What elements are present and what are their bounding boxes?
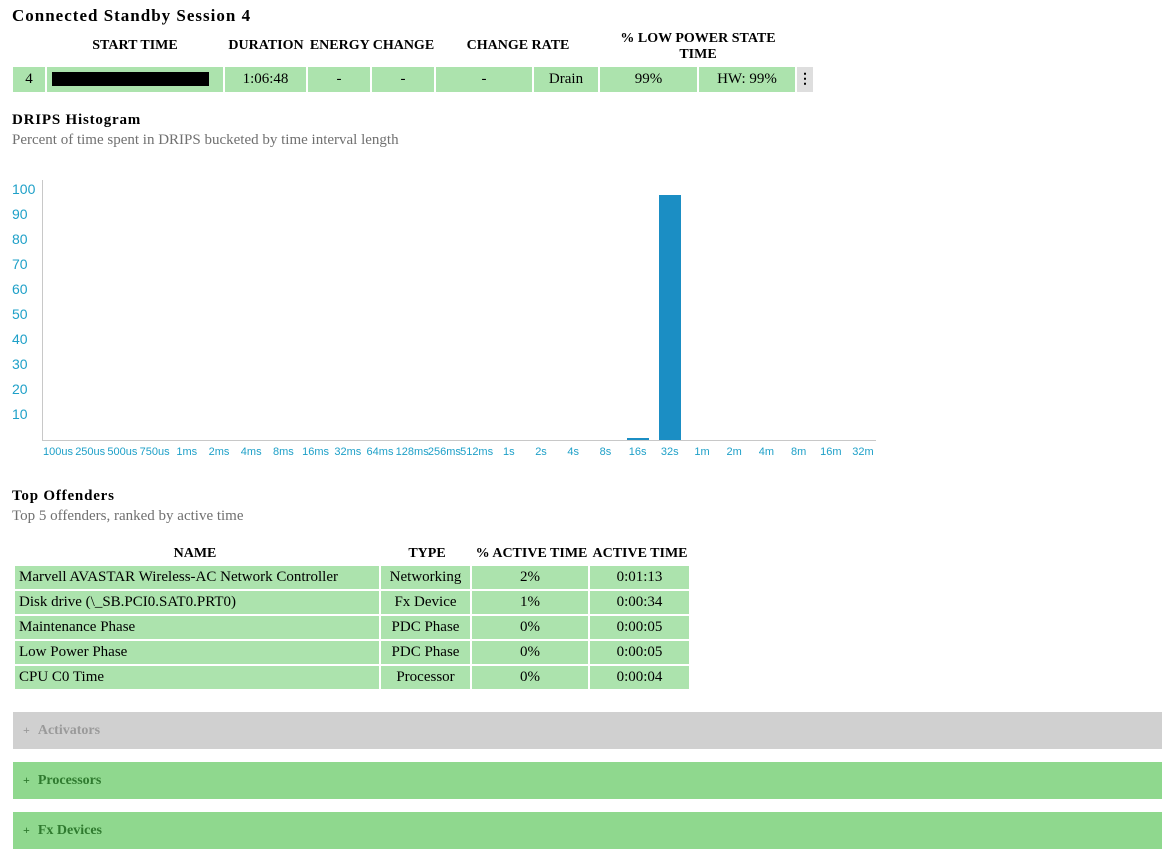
session-hw: HW: 99% [699,67,795,92]
offender-name: Marvell AVASTAR Wireless-AC Network Cont… [15,566,379,589]
session-low-power: 99% [600,67,697,92]
session-duration: 1:06:48 [225,67,306,92]
x-tick-label: 4m [758,446,775,458]
x-tick-label: 16ms [302,446,330,458]
x-tick-label: 250us [75,446,106,458]
x-tick-label: 32ms [334,446,362,458]
header-low-power-line2: TIME [679,47,717,62]
x-tick-label: 2m [726,446,742,458]
x-tick-label: 8ms [273,446,294,458]
y-tick-label: 30 [12,356,28,372]
offender-name: CPU C0 Time [15,666,379,689]
x-tick-label: 16s [628,446,647,458]
offender-pct-active: 2% [472,566,588,589]
y-tick-label: 60 [12,281,28,297]
y-axis-line [42,180,43,440]
x-tick-label: 1m [694,446,710,458]
offender-active-time: 0:00:04 [590,666,689,689]
section-activators[interactable]: + Activators [13,712,1162,749]
x-tick-label: 64ms [366,446,394,458]
y-tick-label: 40 [12,331,28,347]
x-tick-label: 128ms [395,446,429,458]
y-tick-label: 80 [12,231,28,247]
offender-active-time: 0:00:34 [590,591,689,614]
x-tick-label: 8m [790,446,807,458]
header-type: TYPE [408,546,446,561]
section-fx-devices[interactable]: + Fx Devices [13,812,1162,849]
x-tick-label: 4ms [240,446,262,458]
header-energy-change: ENERGY CHANGE [309,38,435,53]
offender-pct-active: 0% [472,641,588,664]
drips-title: DRIPS Histogram [12,112,142,128]
expand-icon: + [23,773,30,787]
header-low-power-line1: % LOW POWER STATE [620,31,776,46]
x-tick-label: 8s [599,446,612,458]
x-tick-label: 2ms [208,446,230,458]
section-processors-label: Processors [37,772,102,788]
header-change-rate: CHANGE RATE [466,38,570,53]
section-fx-devices-label: Fx Devices [37,822,102,838]
header-pct-active: % ACTIVE TIME [475,546,588,561]
header-name: NAME [173,546,217,561]
y-tick-label: 20 [12,381,28,397]
offender-type: Processor [381,666,470,689]
histogram-bar[interactable] [658,195,681,440]
y-tick-label: 70 [12,256,28,272]
session-energy-change-a: - [308,67,370,92]
offender-type: Networking [381,566,470,589]
offender-active-time: 0:00:05 [590,641,689,664]
session-title: Connected Standby Session 4 [12,6,252,25]
x-tick-label: 16m [820,446,842,458]
expand-icon: + [23,823,30,837]
offender-name: Disk drive (\_SB.PCI0.SAT0.PRT0) [15,591,379,614]
more-options-icon[interactable]: ⋮ [797,67,813,92]
x-axis-line [42,440,876,441]
y-tick-label: 100 [12,181,36,197]
session-energy-change-b: - [372,67,434,92]
y-tick-label: 10 [12,406,28,422]
x-tick-label: 750us [139,446,170,458]
offenders-title: Top Offenders [12,488,115,504]
offenders-subtitle: Top 5 offenders, ranked by active time [12,508,244,524]
offender-type: PDC Phase [381,616,470,639]
offender-active-time: 0:00:05 [590,616,689,639]
expand-icon: + [23,723,30,737]
header-duration: DURATION [228,38,304,53]
x-tick-label: 1s [502,446,515,458]
x-tick-label: 32s [660,446,679,458]
x-tick-label: 512ms [460,446,494,458]
offender-pct-active: 0% [472,616,588,639]
y-tick-label: 50 [12,306,28,322]
session-state: Drain [534,67,598,92]
offender-type: Fx Device [381,591,470,614]
x-tick-label: 100us [43,446,73,458]
header-active-time: ACTIVE TIME [592,546,688,561]
x-tick-label: 500us [107,446,138,458]
offender-type: PDC Phase [381,641,470,664]
offender-name: Maintenance Phase [15,616,379,639]
header-low-power-state: % LOW POWER STATE TIME [606,31,790,63]
x-tick-label: 256ms [427,446,461,458]
histogram-bar[interactable] [626,437,649,440]
x-tick-label: 32m [852,446,874,458]
header-start-time: START TIME [92,38,178,53]
session-index: 4 [13,67,45,92]
session-change-rate: - [436,67,532,92]
offender-name: Low Power Phase [15,641,379,664]
x-tick-label: 1ms [176,446,198,458]
section-activators-label: Activators [37,722,101,738]
offender-pct-active: 1% [472,591,588,614]
section-processors[interactable]: + Processors [13,762,1162,799]
x-tick-label: 2s [535,446,547,458]
offender-active-time: 0:01:13 [590,566,689,589]
offender-pct-active: 0% [472,666,588,689]
x-tick-label: 4s [567,446,579,458]
redacted-start-time [52,72,209,86]
y-tick-label: 90 [12,206,28,222]
drips-subtitle: Percent of time spent in DRIPS bucketed … [12,132,399,148]
